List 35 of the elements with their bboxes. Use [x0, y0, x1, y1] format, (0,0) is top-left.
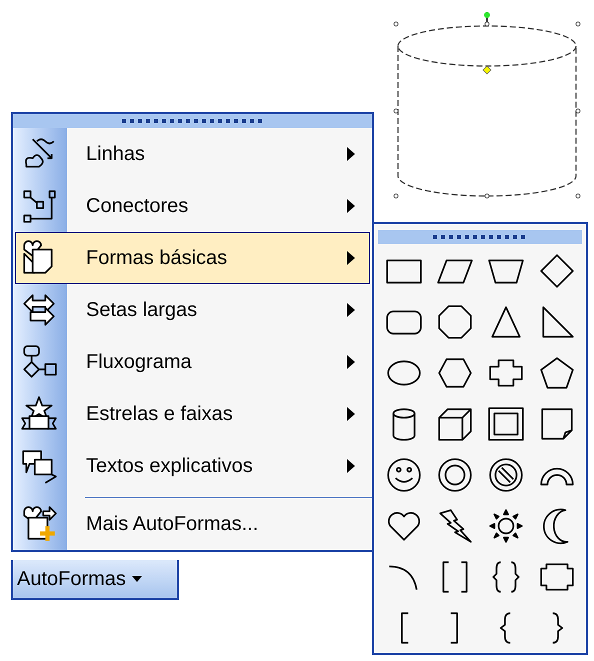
menu-item-label: Formas básicas [86, 246, 228, 271]
menu-item[interactable]: Setas largas [15, 284, 370, 336]
menu-item[interactable]: Formas básicas [15, 232, 370, 284]
menu-item-label: Linhas [86, 142, 145, 167]
octagon-icon[interactable] [436, 303, 474, 341]
smiley-icon[interactable] [384, 456, 422, 494]
no-symbol-icon[interactable] [486, 456, 524, 494]
menu-item[interactable]: Mais AutoFormas... [15, 498, 370, 550]
donut-icon[interactable] [436, 456, 474, 494]
menu-item-label: Setas largas [86, 298, 198, 323]
menu-item[interactable]: Estrelas e faixas [15, 388, 370, 440]
menu-item[interactable]: Linhas [15, 128, 370, 180]
submenu-arrow-icon [347, 303, 355, 317]
submenu-arrow-icon [347, 251, 355, 265]
submenu-arrow-icon [347, 147, 355, 161]
menu-item[interactable]: Conectores [15, 180, 370, 232]
submenu-arrow-icon [347, 355, 355, 369]
bevel-icon[interactable] [486, 405, 524, 443]
menu-grip-handle[interactable] [13, 114, 372, 128]
menu-item-label: Fluxograma [86, 350, 192, 375]
autoshapes-button[interactable]: AutoFormas [11, 560, 179, 600]
caret-icon [132, 576, 142, 582]
menu-item-label: Conectores [86, 194, 188, 219]
menu-item-label: Textos explicativos [86, 454, 253, 479]
selected-cylinder-drawing[interactable] [393, 10, 583, 200]
submenu-arrow-icon [347, 459, 355, 473]
menu-item[interactable]: Textos explicativos [15, 440, 370, 492]
menu-item-label: Estrelas e faixas [86, 402, 233, 427]
submenu-arrow-icon [347, 407, 355, 421]
diamond-icon[interactable] [538, 252, 576, 290]
menu-item-label: Mais AutoFormas... [86, 512, 258, 537]
menu-item[interactable]: Fluxograma [15, 336, 370, 388]
palette-grip-handle[interactable] [378, 230, 582, 244]
sun-icon[interactable] [486, 507, 524, 545]
submenu-arrow-icon [347, 199, 355, 213]
